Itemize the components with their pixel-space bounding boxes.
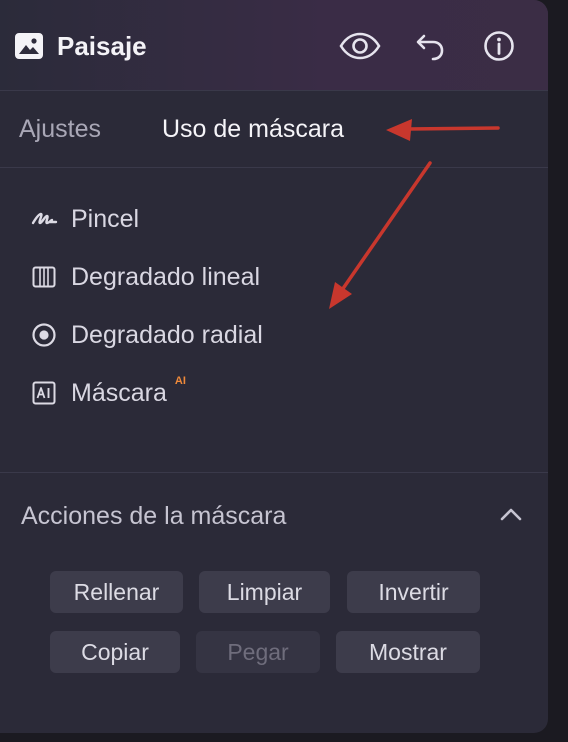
ai-mask-icon <box>30 379 58 407</box>
eye-icon <box>339 32 381 60</box>
ai-badge: AI <box>174 375 186 387</box>
section-divider <box>0 472 548 473</box>
tool-label: Máscara <box>71 379 167 407</box>
tab-masking[interactable]: Uso de máscara <box>162 114 344 144</box>
tool-label: Degradado lineal <box>71 263 261 291</box>
tab-adjustments[interactable]: Ajustes <box>19 114 101 144</box>
undo-button[interactable] <box>409 26 451 66</box>
tool-ai-mask[interactable]: Máscara AI <box>30 375 186 411</box>
panel-header: Paisaje <box>0 0 548 91</box>
panel-tabs: Ajustes Uso de máscara <box>0 91 548 168</box>
info-button[interactable] <box>478 26 520 66</box>
tool-label: Degradado radial <box>71 321 263 349</box>
mask-actions-title: Acciones de la máscara <box>21 502 287 530</box>
tool-linear-gradient[interactable]: Degradado lineal <box>30 259 260 295</box>
visibility-toggle-button[interactable] <box>339 26 381 66</box>
fill-button[interactable]: Rellenar <box>50 571 183 613</box>
masking-panel: Paisaje Ajustes Uso de máscara Pincel De… <box>0 0 548 733</box>
undo-icon <box>416 34 444 61</box>
tool-label: Pincel <box>71 205 140 233</box>
chevron-up-icon[interactable] <box>496 500 526 530</box>
linear-gradient-icon <box>30 263 58 291</box>
paste-button[interactable]: Pegar <box>196 631 320 673</box>
image-icon <box>15 33 43 59</box>
radial-gradient-icon <box>30 321 58 349</box>
brush-icon <box>30 205 58 233</box>
tool-radial-gradient[interactable]: Degradado radial <box>30 317 263 353</box>
document-title: Paisaje <box>57 31 147 61</box>
clear-button[interactable]: Limpiar <box>199 571 330 613</box>
copy-button[interactable]: Copiar <box>50 631 180 673</box>
info-icon <box>484 31 514 61</box>
show-button[interactable]: Mostrar <box>336 631 480 673</box>
tool-brush[interactable]: Pincel <box>30 201 139 237</box>
invert-button[interactable]: Invertir <box>347 571 480 613</box>
